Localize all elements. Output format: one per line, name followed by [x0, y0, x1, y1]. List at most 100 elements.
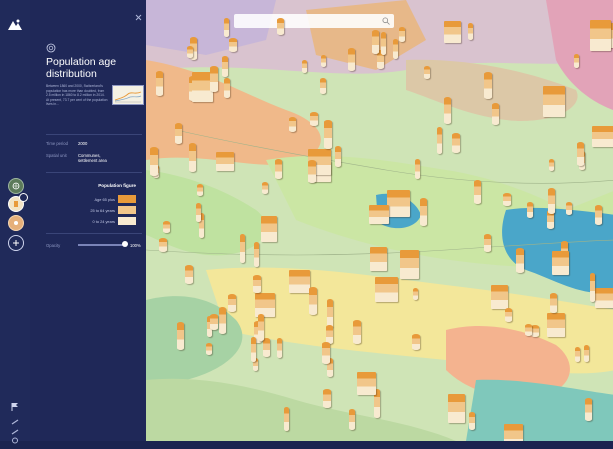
population-bar[interactable]	[163, 221, 170, 233]
population-bar[interactable]	[156, 71, 163, 96]
population-bar[interactable]	[254, 242, 259, 267]
population-bar[interactable]	[255, 293, 275, 317]
population-bar[interactable]	[415, 159, 420, 179]
population-bar[interactable]	[262, 182, 268, 194]
close-icon[interactable]	[135, 8, 142, 21]
population-bar[interactable]	[258, 314, 264, 341]
population-bar[interactable]	[310, 112, 318, 126]
population-bar[interactable]	[424, 66, 430, 79]
logo-icon[interactable]	[7, 18, 23, 32]
population-bar[interactable]	[543, 86, 565, 117]
population-bar[interactable]	[400, 250, 419, 279]
population-bar[interactable]	[577, 142, 584, 166]
population-bar[interactable]	[228, 294, 236, 312]
description-thumbnail[interactable]	[112, 85, 144, 105]
population-bar[interactable]	[353, 320, 361, 344]
population-bar[interactable]	[393, 39, 398, 59]
population-bar[interactable]	[595, 288, 613, 308]
population-bar[interactable]	[590, 273, 595, 302]
population-bar[interactable]	[210, 66, 218, 92]
population-bar[interactable]	[369, 205, 389, 224]
population-bar[interactable]	[413, 288, 418, 300]
population-bar[interactable]	[322, 342, 330, 364]
map-view[interactable]	[146, 0, 613, 441]
population-bar[interactable]	[437, 127, 442, 154]
population-bar[interactable]	[216, 152, 234, 171]
population-bar[interactable]	[372, 30, 379, 54]
settings-icon[interactable]	[11, 431, 19, 444]
population-bar[interactable]	[548, 188, 555, 214]
population-bar[interactable]	[469, 412, 475, 430]
population-bar[interactable]	[219, 307, 226, 334]
population-bar[interactable]	[284, 407, 289, 431]
population-bar[interactable]	[335, 146, 341, 167]
layer-icon[interactable]	[8, 215, 24, 231]
population-bar[interactable]	[308, 160, 316, 183]
population-bar[interactable]	[222, 56, 228, 77]
population-bar[interactable]	[504, 424, 523, 441]
population-bar[interactable]	[549, 159, 554, 171]
flag-icon[interactable]	[11, 398, 19, 411]
population-bar[interactable]	[590, 20, 611, 51]
population-bar[interactable]	[323, 389, 331, 408]
population-bar[interactable]	[444, 21, 461, 43]
population-bar[interactable]	[277, 18, 284, 35]
population-bar[interactable]	[448, 394, 465, 423]
population-bar[interactable]	[585, 398, 592, 421]
population-bar[interactable]	[575, 347, 580, 362]
population-bar[interactable]	[289, 270, 310, 293]
opacity-slider[interactable]	[78, 244, 125, 246]
population-bar[interactable]	[185, 265, 193, 284]
opacity-slider-thumb[interactable]	[122, 241, 128, 247]
population-bar[interactable]	[474, 180, 481, 204]
time-period-value[interactable]: 2000	[78, 141, 87, 146]
population-bar[interactable]	[452, 133, 460, 153]
population-bar[interactable]	[177, 322, 184, 350]
population-bar[interactable]	[484, 72, 492, 99]
population-bar[interactable]	[412, 334, 420, 350]
population-bar[interactable]	[491, 285, 508, 309]
population-bar[interactable]	[503, 193, 511, 206]
population-bar[interactable]	[584, 345, 589, 362]
tool-icon[interactable]	[11, 412, 19, 425]
population-bar[interactable]	[527, 202, 533, 218]
population-bar[interactable]	[387, 190, 410, 217]
population-bar[interactable]	[187, 46, 193, 58]
population-bar[interactable]	[159, 238, 167, 252]
population-bar[interactable]	[348, 48, 355, 71]
population-bar[interactable]	[321, 55, 326, 67]
population-bar[interactable]	[253, 275, 261, 293]
population-bar[interactable]	[550, 293, 557, 313]
globe-icon[interactable]	[8, 178, 24, 194]
population-bar[interactable]	[324, 120, 332, 149]
population-bar[interactable]	[574, 54, 579, 68]
population-bar[interactable]	[492, 103, 499, 125]
share-icon[interactable]	[11, 422, 19, 435]
population-bar[interactable]	[349, 409, 355, 430]
population-bar[interactable]	[224, 18, 229, 37]
population-bar[interactable]	[357, 372, 376, 395]
population-bar[interactable]	[289, 117, 296, 132]
population-bar[interactable]	[189, 143, 196, 172]
population-bar[interactable]	[240, 234, 245, 263]
population-bar[interactable]	[196, 203, 201, 222]
population-bar[interactable]	[484, 234, 491, 252]
population-bar[interactable]	[275, 159, 282, 179]
population-bar[interactable]	[516, 248, 524, 273]
population-bar[interactable]	[320, 78, 326, 94]
population-bar[interactable]	[566, 202, 572, 215]
population-bar[interactable]	[381, 32, 386, 55]
population-bar[interactable]	[505, 308, 512, 322]
population-bar[interactable]	[468, 23, 473, 40]
population-bar[interactable]	[277, 338, 282, 358]
add-icon[interactable]	[8, 235, 24, 251]
population-bar[interactable]	[261, 216, 277, 242]
population-bar[interactable]	[592, 126, 613, 147]
population-bar[interactable]	[263, 338, 270, 357]
population-bar[interactable]	[420, 198, 427, 226]
population-bar[interactable]	[595, 205, 602, 225]
population-bar[interactable]	[224, 78, 230, 98]
population-bar[interactable]	[197, 184, 203, 196]
population-bar[interactable]	[531, 325, 539, 337]
spatial-unit-value[interactable]: Communes, settlement area	[78, 153, 118, 163]
